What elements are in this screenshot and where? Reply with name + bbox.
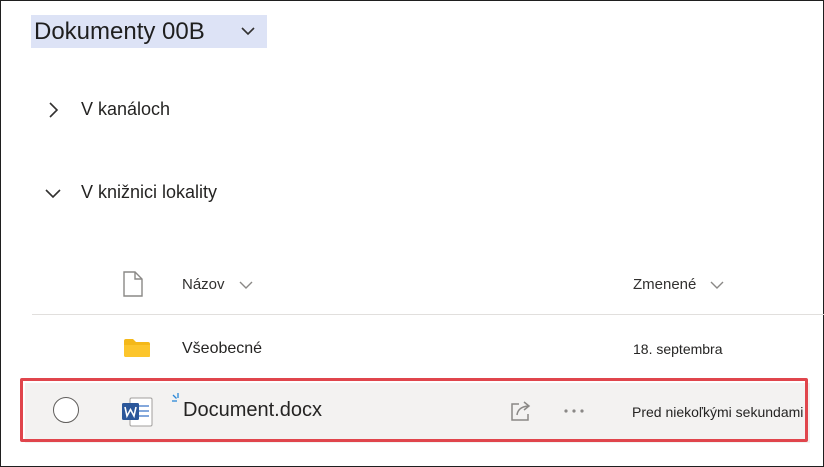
row-select-radio[interactable] — [53, 397, 79, 423]
folder-icon — [124, 339, 150, 357]
more-options-icon[interactable] — [563, 409, 585, 413]
list-item-name[interactable]: Document.docx — [183, 399, 322, 422]
chevron-right-icon — [49, 101, 59, 118]
column-modified-label: Zmenené — [633, 276, 697, 293]
chevron-down-icon — [241, 27, 255, 36]
list-item-modified: Pred niekoľkými sekundami — [632, 404, 804, 420]
library-title: Dokumenty 00B — [34, 17, 205, 45]
chevron-down-icon — [45, 188, 61, 198]
document-icon[interactable] — [122, 271, 144, 297]
column-header-name[interactable]: Názov — [182, 276, 253, 293]
chevron-down-icon — [710, 281, 724, 289]
share-icon[interactable] — [509, 400, 533, 422]
column-header-modified[interactable]: Zmenené — [633, 276, 724, 293]
column-name-label: Názov — [182, 276, 225, 293]
library-title-dropdown[interactable]: Dokumenty 00B — [31, 15, 267, 48]
chevron-down-icon — [239, 281, 253, 289]
section-channels[interactable]: V kanáloch — [44, 99, 170, 120]
header-divider — [32, 314, 824, 315]
section-site-library-label: V knižnici lokality — [81, 182, 218, 202]
section-channels-label: V kanáloch — [81, 99, 171, 119]
list-item-name[interactable]: Všeobecné — [182, 340, 262, 358]
section-site-library[interactable]: V knižnici lokality — [44, 182, 217, 203]
word-file-icon — [122, 397, 153, 427]
list-item-modified: 18. septembra — [633, 341, 723, 357]
